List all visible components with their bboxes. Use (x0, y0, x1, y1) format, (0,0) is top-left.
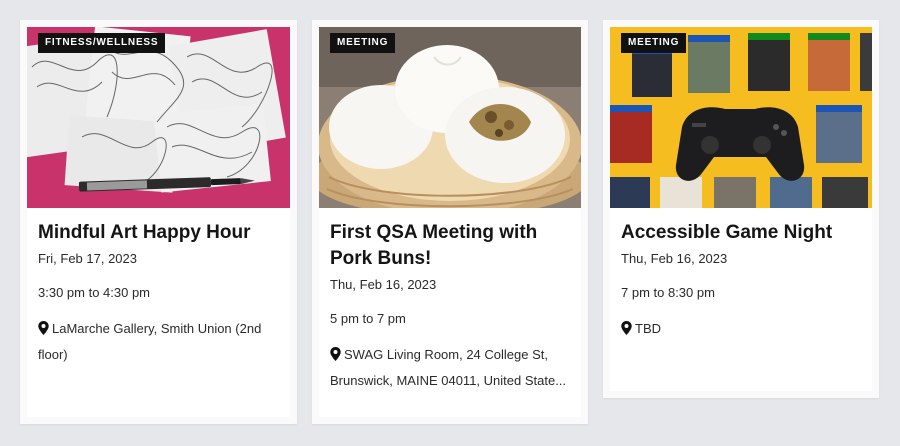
event-card-game-night[interactable]: MEETING Accessible Game Night Thu, Feb 1… (603, 20, 879, 398)
event-location: TBD (621, 316, 861, 342)
location-line: SWAG Living Room, 24 College St, (344, 347, 548, 362)
event-title-line: First QSA Meeting with (330, 222, 538, 243)
event-card-mindful-art[interactable]: FITNESS/WELLNESS Mindful Art Happy Hour … (20, 20, 297, 424)
event-date: Thu, Feb 16, 2023 (330, 277, 437, 292)
event-title-line: Pork Buns! (330, 248, 432, 269)
event-location: SWAG Living Room, 24 College St, Brunswi… (330, 342, 570, 394)
category-badge: MEETING (621, 33, 687, 53)
event-time: 5 pm to 7 pm (330, 311, 406, 326)
category-badge: MEETING (330, 33, 396, 53)
location-line: Brunswick, MAINE 04011, United State... (330, 373, 567, 388)
event-time: 7 pm to 8:30 pm (621, 285, 715, 300)
location-line: TBD (635, 321, 661, 336)
event-date: Fri, Feb 17, 2023 (38, 251, 137, 266)
event-image-games[interactable]: MEETING (610, 27, 872, 208)
category-badge: FITNESS/WELLNESS (38, 33, 166, 53)
event-title[interactable]: Accessible Game Night (621, 220, 861, 246)
event-image-art[interactable]: FITNESS/WELLNESS (27, 27, 290, 208)
event-title[interactable]: Mindful Art Happy Hour (38, 220, 279, 246)
event-title[interactable]: First QSA Meeting with Pork Buns! (330, 220, 570, 272)
map-pin-icon (38, 321, 49, 335)
event-card-qsa-meeting[interactable]: MEETING First QSA Meeting with Pork Buns… (312, 20, 588, 424)
event-time: 3:30 pm to 4:30 pm (38, 285, 151, 300)
map-pin-icon (621, 321, 632, 335)
location-line: LaMarche Gallery, Smith Union (2nd (52, 321, 262, 336)
event-date: Thu, Feb 16, 2023 (621, 251, 728, 266)
event-location: LaMarche Gallery, Smith Union (2nd floor… (38, 316, 279, 368)
map-pin-icon (330, 347, 341, 361)
event-image-pork-buns[interactable]: MEETING (319, 27, 581, 208)
location-line: floor) (38, 347, 68, 362)
